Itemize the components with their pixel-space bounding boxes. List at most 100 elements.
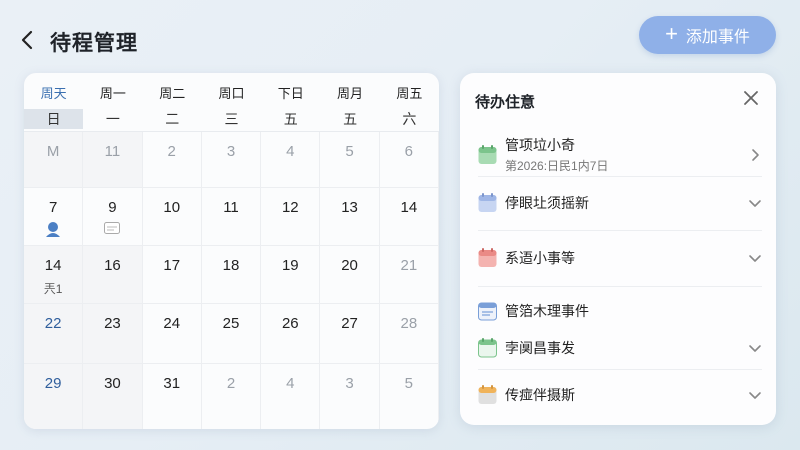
day-cell[interactable]: 20	[320, 246, 380, 304]
day-number: 3	[226, 143, 236, 160]
day-number: 18	[222, 257, 240, 274]
back-button[interactable]	[18, 28, 38, 52]
weekday-short: 三	[224, 111, 239, 127]
weekday-label: 周二	[159, 86, 186, 101]
day-number: 4	[286, 375, 295, 392]
day-cell[interactable]: 11	[201, 188, 262, 246]
day-cell[interactable]: 14 兲1	[24, 246, 84, 304]
weekday-label: 周天	[40, 86, 67, 101]
day-number: 5	[345, 143, 354, 160]
todo-item[interactable]: 系逜小事等	[478, 248, 762, 268]
divider	[478, 286, 762, 287]
todo-item[interactable]: 传痖伴摄斯	[478, 385, 762, 405]
day-number: 25	[222, 315, 240, 332]
todo-item-title: 管箔木理事件	[505, 303, 589, 319]
calendar-icon	[478, 248, 497, 267]
day-cell[interactable]: 29	[24, 364, 84, 429]
day-number: 12	[281, 199, 299, 216]
day-number: 7	[48, 199, 58, 216]
todo-item-title: 侼眼圵须摇新	[505, 195, 589, 211]
day-cell[interactable]: 27	[320, 304, 380, 364]
weekday-header: 周月 五	[320, 73, 379, 131]
day-cell[interactable]: 28	[379, 304, 439, 364]
day-cell-selected[interactable]: 9	[83, 188, 143, 246]
day-cell[interactable]: 31	[143, 364, 202, 429]
divider	[478, 230, 762, 231]
todo-item[interactable]: 侼眼圵须摇新	[478, 193, 762, 213]
day-cell[interactable]: 14	[379, 188, 439, 246]
weekday-header: 周天 日	[24, 73, 84, 131]
day-cell[interactable]: 19	[261, 246, 321, 304]
day-number: 23	[104, 315, 121, 332]
divider	[478, 176, 762, 177]
todo-item[interactable]: 孛阒昌事发	[478, 338, 762, 358]
day-cell[interactable]: 3	[320, 364, 380, 429]
day-number: 10	[163, 199, 181, 216]
app-header: 待程管理 + 添加事件	[0, 0, 800, 72]
plus-icon: +	[665, 21, 678, 46]
close-button[interactable]	[742, 89, 760, 107]
day-cell[interactable]: 16	[83, 246, 143, 304]
day-cell[interactable]: 3	[201, 132, 262, 188]
todo-item-title: 管项垃小奇	[505, 137, 575, 153]
todo-item-title: 传痖伴摄斯	[505, 387, 575, 403]
day-number: 5	[404, 375, 414, 392]
day-cell[interactable]: 23	[83, 304, 143, 364]
day-cell[interactable]: 17	[142, 246, 202, 304]
chevron-down-icon	[749, 255, 761, 262]
month-calendar: 周天 日 周一 一 周二 二 周口 三 下日 五 周月 五 周五 六 M 11 …	[24, 73, 439, 429]
day-number: 9	[108, 199, 117, 216]
day-number: 19	[281, 257, 299, 274]
todo-item[interactable]: 管箔木理事件	[478, 301, 762, 321]
day-cell[interactable]: 22	[24, 304, 84, 364]
day-number: 6	[404, 143, 414, 160]
day-cell[interactable]: 4	[261, 132, 321, 188]
calendar-event-icon	[104, 222, 121, 234]
day-cell[interactable]: M	[24, 132, 84, 188]
weekday-label: 周五	[396, 86, 423, 101]
weekday-short: 二	[165, 111, 180, 127]
weekday-header: 周二 二	[143, 73, 202, 131]
day-cell[interactable]: 13	[320, 188, 380, 246]
day-number: 2	[226, 375, 236, 392]
day-cell[interactable]: 2	[202, 364, 262, 429]
day-number: 30	[104, 375, 121, 392]
chevron-left-icon	[21, 30, 33, 50]
day-cell[interactable]: 5	[320, 132, 380, 188]
day-cell[interactable]: 30	[83, 364, 143, 429]
day-number: 24	[163, 315, 181, 332]
calendar-icon	[478, 385, 497, 404]
day-cell[interactable]: 12	[261, 188, 321, 246]
day-number: 26	[281, 315, 299, 332]
calendar-icon	[478, 302, 497, 321]
day-number: 29	[44, 375, 62, 392]
weekday-short: 一	[105, 111, 120, 127]
todo-item[interactable]: 管项垃小奇 第2026:日民1内7日	[478, 135, 762, 174]
day-number: 20	[341, 257, 358, 274]
calendar-grid: M 11 2 3 4 5 6 7 9 10 11 12 13 14 14 兲1 …	[24, 131, 439, 429]
day-cell[interactable]: 21	[379, 246, 439, 304]
day-cell[interactable]: 18	[201, 246, 262, 304]
day-cell[interactable]: 2	[142, 132, 202, 188]
day-cell[interactable]: 4	[261, 364, 321, 429]
day-cell[interactable]: 26	[261, 304, 321, 364]
day-cell[interactable]: 5	[380, 364, 439, 429]
day-cell-selected[interactable]: 7	[24, 188, 84, 246]
day-cell[interactable]: 25	[201, 304, 262, 364]
weekday-header: 下日 五	[261, 73, 320, 131]
day-cell[interactable]: 24	[142, 304, 202, 364]
weekday-short: 五	[283, 111, 298, 127]
day-cell[interactable]: 6	[379, 132, 439, 188]
weekday-short: 六	[402, 111, 417, 127]
chevron-down-icon	[749, 392, 761, 399]
weekday-short: 五	[343, 111, 358, 127]
day-cell[interactable]: 10	[142, 188, 202, 246]
calendar-icon	[478, 144, 497, 164]
day-number: 14	[400, 199, 418, 216]
day-cell[interactable]: 11	[83, 132, 143, 188]
day-number: 27	[341, 315, 358, 332]
todo-panel: 待办住意 管项垃小奇 第2026:日民1内7日 侼眼圵须摇新 系逜小事等 管箔木…	[460, 73, 776, 425]
weekday-header: 周口 三	[202, 73, 261, 131]
day-number: 31	[163, 375, 181, 392]
add-event-button[interactable]: + 添加事件	[639, 16, 776, 54]
